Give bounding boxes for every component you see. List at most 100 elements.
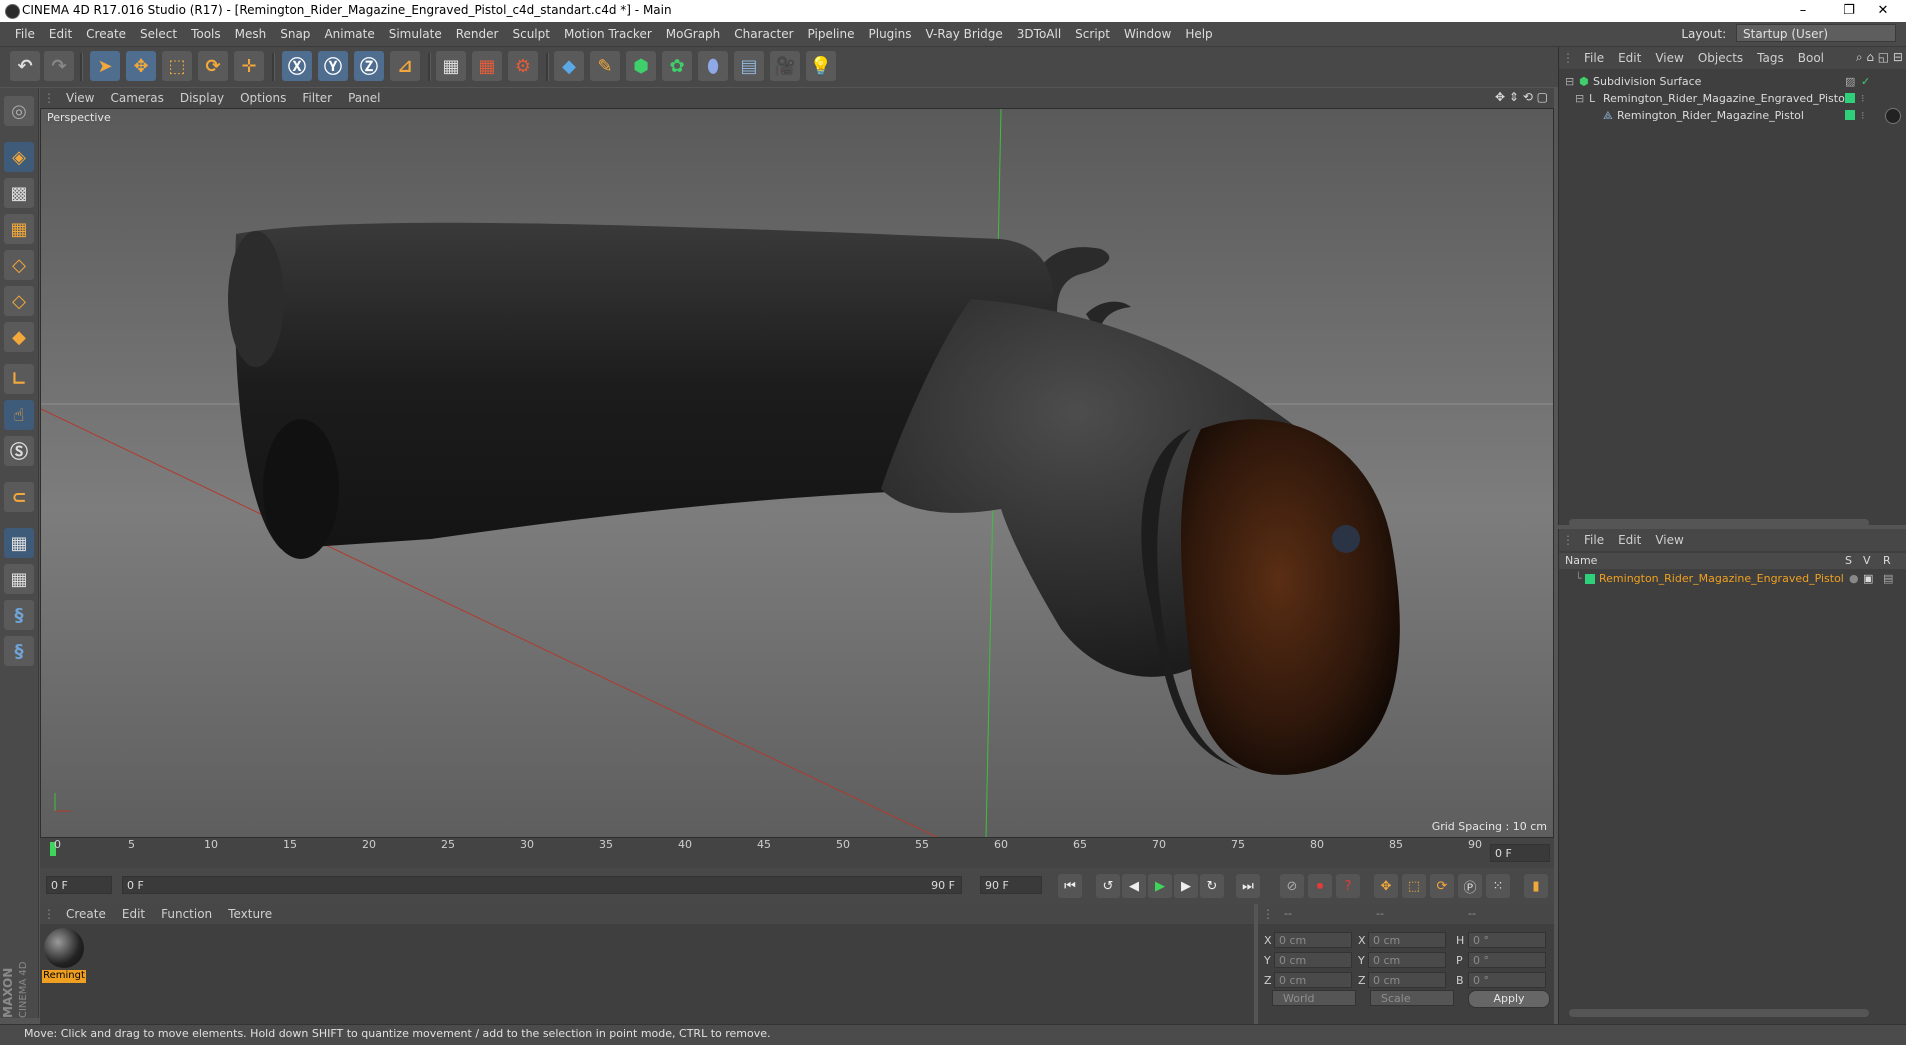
texture-mode-icon[interactable]: ▩ — [4, 178, 34, 208]
rot-b-field[interactable]: 0 ° — [1468, 972, 1546, 988]
rotate-tool-icon[interactable]: ⟳ — [198, 51, 228, 81]
enabled-check-icon[interactable]: ✓ — [1861, 73, 1870, 90]
objects-menu-tags[interactable]: Tags — [1750, 47, 1791, 69]
solo-dot-icon[interactable]: ● — [1849, 571, 1859, 587]
menu-vray-bridge[interactable]: V-Ray Bridge — [918, 22, 1009, 46]
material-menu-create[interactable]: Create — [58, 904, 114, 924]
coordinate-system-icon[interactable]: ⊿ — [390, 51, 420, 81]
size-mode-dropdown[interactable]: Scale — [1370, 990, 1454, 1006]
timeline-ruler[interactable]: 0 5 10 15 20 25 30 35 40 45 50 55 60 65 … — [40, 838, 1554, 868]
menu-help[interactable]: Help — [1178, 22, 1219, 46]
edges-mode-icon[interactable]: ◇ — [4, 286, 34, 316]
rotation-key-icon[interactable]: ⟳ — [1430, 874, 1454, 898]
menu-sculpt[interactable]: Sculpt — [505, 22, 556, 46]
live-selection-icon[interactable]: ➤ — [90, 51, 120, 81]
subdivision-surface-icon[interactable]: ⬢ — [626, 51, 656, 81]
render-settings-icon[interactable]: ⚙ — [508, 51, 538, 81]
transform-tool-icon[interactable]: ✛ — [234, 51, 264, 81]
render-picture-viewer-icon[interactable]: ▦ — [472, 51, 502, 81]
viewport-menu-display[interactable]: Display — [172, 88, 232, 108]
material-thumbnail[interactable] — [44, 928, 84, 968]
close-button[interactable]: ✕ — [1860, 0, 1906, 22]
render-dots-icon[interactable]: ⁝ — [1861, 90, 1865, 107]
horizontal-scrollbar[interactable] — [1569, 519, 1869, 527]
model-mode-icon[interactable]: ◈ — [4, 142, 34, 172]
frame-range-slider[interactable]: 0 F 90 F — [122, 876, 962, 894]
selected-object-row[interactable]: └ Remington_Rider_Magazine_Engraved_Pist… — [1559, 571, 1906, 587]
undo-icon[interactable]: ↶ — [10, 51, 40, 81]
object-row[interactable]: ⟁ Remington_Rider_Magazine_Pistol ⁝ — [1559, 107, 1906, 124]
menu-mesh[interactable]: Mesh — [228, 22, 274, 46]
menu-tools[interactable]: Tools — [184, 22, 228, 46]
render-dots-icon[interactable]: ⁝ — [1861, 107, 1865, 124]
points-mode-icon[interactable]: ◇ — [4, 250, 34, 280]
previous-frame-icon[interactable]: ◀ — [1122, 874, 1146, 898]
scale-tool-icon[interactable]: ⬚ — [162, 51, 192, 81]
visibility-tag[interactable] — [1845, 93, 1855, 103]
viewport-menu-filter[interactable]: Filter — [294, 88, 340, 108]
layout-dropdown[interactable]: Startup (User) — [1736, 24, 1896, 42]
next-frame-icon[interactable]: ▶ — [1174, 874, 1198, 898]
floor-icon[interactable]: ▤ — [734, 51, 764, 81]
viewport-menu-cameras[interactable]: Cameras — [102, 88, 171, 108]
cloner-icon[interactable]: ✿ — [662, 51, 692, 81]
layer-color-tag[interactable] — [1585, 574, 1595, 584]
object-manager-toolbar-icons[interactable]: ⌕ ⌂ ◱ ⊟ — [1856, 50, 1903, 65]
objects-menu-bool[interactable]: Bool — [1791, 47, 1831, 69]
play-icon[interactable]: ▶ — [1148, 874, 1172, 898]
menu-render[interactable]: Render — [449, 22, 506, 46]
end-frame-field[interactable]: 90 F — [980, 876, 1042, 894]
menu-plugins[interactable]: Plugins — [862, 22, 919, 46]
object-row[interactable]: ⊟ L Remington_Rider_Magazine_Engraved_Pi… — [1559, 90, 1906, 107]
workplane-lock-icon[interactable]: ▦ — [4, 528, 34, 558]
start-frame-field[interactable]: 0 F — [46, 876, 112, 894]
python-script-icon[interactable]: § — [4, 600, 34, 630]
collapse-icon[interactable]: ⊟ — [1575, 90, 1584, 107]
goto-start-icon[interactable]: ⏮ — [1058, 874, 1082, 898]
size-x-field[interactable]: 0 cm — [1368, 932, 1446, 948]
x-axis-lock-icon[interactable]: Ⓧ — [282, 51, 312, 81]
menu-pipeline[interactable]: Pipeline — [801, 22, 862, 46]
size-y-field[interactable]: 0 cm — [1368, 952, 1446, 968]
attributes-menu-view[interactable]: View — [1648, 529, 1690, 551]
material-menu-texture[interactable]: Texture — [220, 904, 280, 924]
camera-icon[interactable]: 🎥 — [770, 51, 800, 81]
attributes-menu-file[interactable]: File — [1577, 529, 1611, 551]
objects-menu-file[interactable]: File — [1577, 47, 1611, 69]
menu-mograph[interactable]: MoGraph — [659, 22, 728, 46]
objects-menu-edit[interactable]: Edit — [1611, 47, 1648, 69]
collapse-icon[interactable]: ⊟ — [1565, 73, 1574, 90]
material-name-label[interactable]: Remingt — [42, 970, 86, 983]
light-icon[interactable]: 💡 — [806, 51, 836, 81]
solo-mode-icon[interactable]: Ⓢ — [4, 436, 34, 466]
menu-snap[interactable]: Snap — [273, 22, 317, 46]
planar-workplane-icon[interactable]: ▦ — [4, 564, 34, 594]
size-z-field[interactable]: 0 cm — [1368, 972, 1446, 988]
menu-character[interactable]: Character — [727, 22, 800, 46]
current-frame-field[interactable]: 0 F — [1490, 844, 1550, 862]
spline-pen-icon[interactable]: ✎ — [590, 51, 620, 81]
menu-edit[interactable]: Edit — [42, 22, 79, 46]
rot-h-field[interactable]: 0 ° — [1468, 932, 1546, 948]
tweak-mode-icon[interactable]: ☝ — [4, 400, 34, 430]
minimize-button[interactable]: – — [1780, 0, 1826, 22]
polygons-mode-icon[interactable]: ◆ — [4, 322, 34, 352]
menu-simulate[interactable]: Simulate — [382, 22, 449, 46]
menu-create[interactable]: Create — [79, 22, 133, 46]
visible-icon[interactable]: ▣ — [1863, 571, 1873, 587]
goto-next-key-icon[interactable]: ↻ — [1200, 874, 1224, 898]
keyframe-selection-icon[interactable]: ? — [1336, 874, 1360, 898]
pos-x-field[interactable]: 0 cm — [1274, 932, 1352, 948]
redo-icon[interactable]: ↷ — [44, 51, 74, 81]
workplane-mode-icon[interactable]: ▦ — [4, 214, 34, 244]
menu-file[interactable]: File — [8, 22, 42, 46]
material-tag-icon[interactable] — [1885, 108, 1901, 124]
objects-menu-view[interactable]: View — [1648, 47, 1690, 69]
material-menu-edit[interactable]: Edit — [114, 904, 153, 924]
rot-p-field[interactable]: 0 ° — [1468, 952, 1546, 968]
attributes-menu-edit[interactable]: Edit — [1611, 529, 1648, 551]
pos-z-field[interactable]: 0 cm — [1274, 972, 1352, 988]
menu-window[interactable]: Window — [1117, 22, 1178, 46]
python-console-icon[interactable]: § — [4, 636, 34, 666]
timeline-window-icon[interactable]: ▮ — [1524, 874, 1548, 898]
